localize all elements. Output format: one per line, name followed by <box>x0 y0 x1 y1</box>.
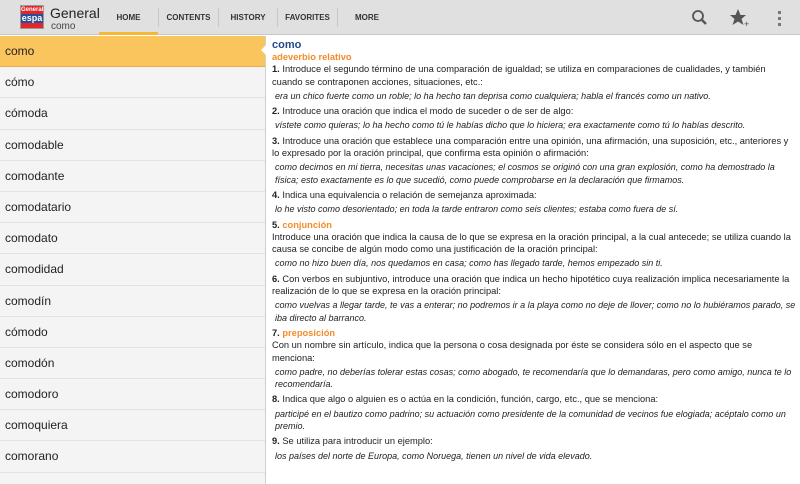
list-item[interactable]: comodín <box>0 286 265 317</box>
tab-home[interactable]: HOME <box>99 0 158 35</box>
sense-number: 8. <box>272 394 280 405</box>
sense-number: 2. <box>272 106 280 117</box>
headword: como <box>272 39 302 51</box>
list-item[interactable]: comodoro <box>0 379 265 411</box>
example: como vuelvas a llegar tarde, te vas a en… <box>275 300 796 323</box>
sense-definition: 4. Indica una equivalencia o relación de… <box>272 189 797 201</box>
word-list[interactable]: como cómo cómoda comodable comodante comodata… <box>0 36 266 484</box>
sense-definition: 9. Se utiliza para introducir un ejemplo… <box>272 435 797 447</box>
sense-text: Introduce una oración que indica la caus… <box>272 231 791 255</box>
sense-definition: 5. conjunción Introduce una oración que i… <box>272 219 797 256</box>
overflow-menu-icon[interactable] <box>769 8 789 28</box>
list-item[interactable]: comodato <box>0 223 265 255</box>
list-item[interactable]: como <box>0 36 265 68</box>
sense-definition: 6. Con verbos en subjuntivo, introduce u… <box>272 273 797 298</box>
sense-text: Indica que algo o alguien es o actúa en … <box>282 394 659 405</box>
list-item[interactable]: comodón <box>0 348 265 380</box>
app-title: General <box>50 5 100 21</box>
sense-definition: 8. Indica que algo o alguien es o actúa … <box>272 393 797 405</box>
list-item[interactable]: cómoda <box>0 98 265 130</box>
sense-definition: 1. Introduce el segundo término de una c… <box>272 63 797 88</box>
action-bar: General espa General como HOME CONTENTS H… <box>0 0 800 35</box>
svg-text:+: + <box>744 19 749 28</box>
list-item[interactable]: comodable <box>0 130 265 161</box>
sense-text: Se utiliza para introducir un ejemplo: <box>282 436 433 447</box>
sense-text: Indica una equivalencia o relación de se… <box>282 189 537 200</box>
list-item[interactable]: comoquiera <box>0 410 265 442</box>
star-plus-icon[interactable]: + <box>729 8 749 29</box>
list-item[interactable]: comodante <box>0 161 265 192</box>
search-icon[interactable] <box>690 8 710 28</box>
example: como decimos en mi tierra, necesitas una… <box>275 162 775 185</box>
example: como no hizo buen día, nos quedamos en c… <box>275 258 663 269</box>
part-of-speech: preposición <box>282 327 336 338</box>
part-of-speech: adeverbio relativo <box>272 52 352 62</box>
app-subtitle: como <box>51 21 76 32</box>
tab-contents[interactable]: CONTENTS <box>159 0 218 35</box>
tab-favorites[interactable]: FAVORITES <box>278 0 337 35</box>
sense-text: Introduce el segundo término de una comp… <box>272 64 766 87</box>
sense-number: 6. <box>272 273 280 284</box>
list-item[interactable]: comodatario <box>0 192 265 224</box>
sense-number: 9. <box>272 436 280 447</box>
example: vístete como quieras; lo ha hecho como t… <box>275 120 746 131</box>
list-item[interactable]: cómodo <box>0 317 265 348</box>
sense-text: Con un nombre sin artículo, indica que l… <box>272 340 753 363</box>
sense-definition: 2. Introduce una oración que indica el m… <box>272 105 797 117</box>
sense-definition: 7. preposición Con un nombre sin artículo… <box>272 327 797 364</box>
tab-history[interactable]: HISTORY <box>219 0 277 35</box>
example: participé en el bautizo como padrino; su… <box>275 408 786 432</box>
example: lo he visto como desorientado; en toda l… <box>275 204 679 215</box>
tab-more[interactable]: MORE <box>338 0 396 35</box>
sense-text: Introduce una oración que indica el modo… <box>282 106 574 117</box>
sense-number: 1. <box>272 64 280 75</box>
sense-number: 4. <box>272 189 280 200</box>
list-item[interactable]: comorano <box>0 441 265 473</box>
selection-pointer <box>261 44 267 56</box>
sense-text: Con verbos en subjuntivo, introduce una … <box>272 273 790 297</box>
example: los países del norte de Europa, como Nor… <box>275 450 593 461</box>
sense-number: 3. <box>272 135 280 146</box>
sense-number: 7. <box>272 327 280 338</box>
sense-number: 5. <box>272 219 280 230</box>
list-item[interactable]: cómo <box>0 67 265 99</box>
example: como padre, no deberías tolerar estas co… <box>275 366 792 390</box>
entry-panel: como adeverbio relativo 1. Introduce el … <box>272 39 797 465</box>
sense-definition: 3. Introduce una oración que establece u… <box>272 135 797 160</box>
list-item[interactable]: comodidad <box>0 254 265 286</box>
sense-text: Introduce una oración que establece una … <box>272 135 789 159</box>
part-of-speech: conjunción <box>282 219 332 230</box>
app-logo[interactable]: General espa <box>20 5 44 29</box>
example: era un chico fuerte como un roble; lo ha… <box>275 90 711 101</box>
